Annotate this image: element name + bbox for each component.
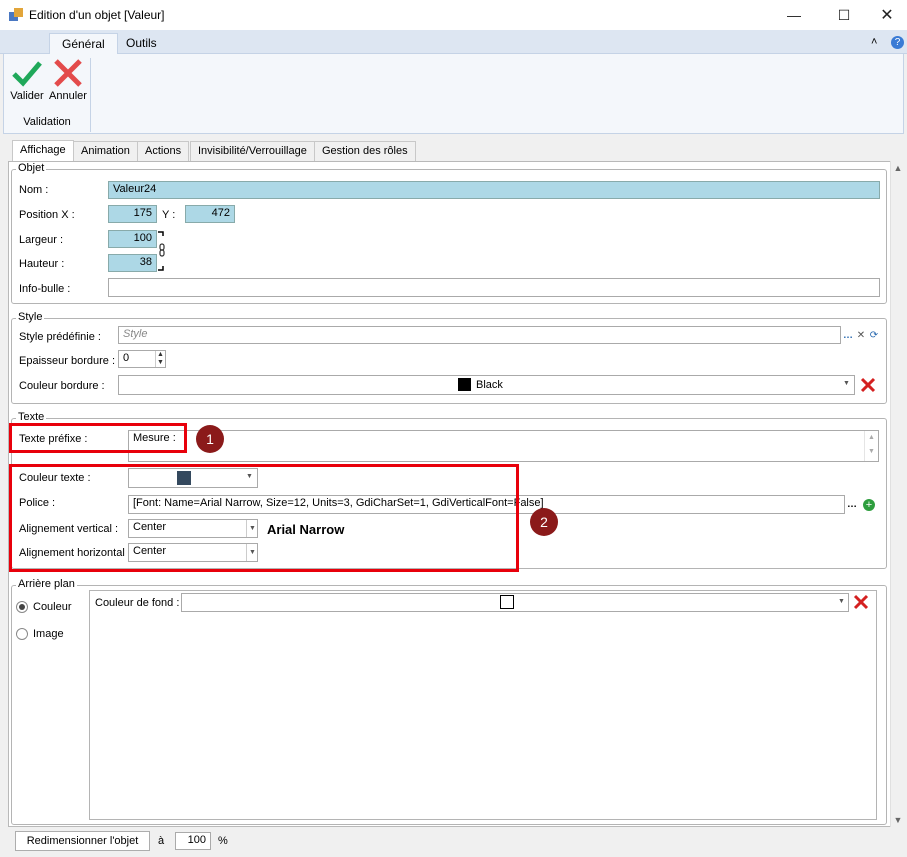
border-width-label: Epaisseur bordure : bbox=[19, 355, 115, 367]
ribbon-group-label: Validation bbox=[23, 116, 71, 128]
chevron-down-icon: ▼ bbox=[843, 380, 850, 387]
browse-style-icon[interactable]: … bbox=[842, 328, 854, 342]
annotation-badge-2: 2 bbox=[530, 508, 558, 536]
fill-color-label: Couleur de fond : bbox=[95, 597, 180, 609]
tab-animation[interactable]: Animation bbox=[73, 141, 138, 161]
tooltip-label: Info-bulle : bbox=[19, 283, 71, 295]
ribbon-tab-outils[interactable]: Outils bbox=[114, 33, 169, 53]
image-radio[interactable] bbox=[16, 628, 28, 640]
title-bar: Edition d'un objet [Valeur] — ☐ ✕ bbox=[0, 0, 907, 30]
posy-label: Y : bbox=[162, 209, 176, 221]
window-title: Edition d'un objet [Valeur] bbox=[29, 8, 165, 22]
resize-percent-field[interactable]: 100 bbox=[175, 832, 211, 850]
resize-object-button[interactable]: Redimensionner l'objet bbox=[15, 831, 150, 851]
prefix-field[interactable]: Mesure : ▲ ▼ bbox=[128, 430, 879, 462]
resize-to-label: à bbox=[158, 835, 165, 847]
cancel-label: Annuler bbox=[49, 90, 87, 102]
border-color-value: Black bbox=[476, 379, 503, 391]
maximize-icon[interactable]: ☐ bbox=[821, 0, 867, 30]
app-icon bbox=[9, 8, 23, 21]
clear-fill-color-icon[interactable] bbox=[852, 593, 870, 611]
ribbon-body bbox=[3, 54, 904, 134]
annotation-box-1 bbox=[9, 423, 187, 453]
refresh-style-icon[interactable]: ⟳ bbox=[868, 328, 880, 342]
chevron-down-icon: ▼ bbox=[838, 598, 845, 605]
minimize-icon[interactable]: — bbox=[771, 0, 817, 30]
browse-font-icon[interactable]: … bbox=[846, 497, 858, 511]
predefined-style-label: Style prédéfinie : bbox=[19, 331, 101, 343]
vertical-scrollbar[interactable]: ▲ ▼ bbox=[890, 161, 905, 827]
border-width-spinner[interactable]: ▲ ▼ bbox=[155, 351, 165, 367]
tab-actions[interactable]: Actions bbox=[137, 141, 190, 161]
predefined-style-field[interactable]: Style bbox=[118, 326, 841, 344]
border-color-swatch bbox=[458, 378, 471, 391]
ribbon-tab-general[interactable]: Général bbox=[49, 33, 118, 54]
add-font-icon[interactable]: + bbox=[863, 499, 875, 511]
color-radio[interactable] bbox=[16, 601, 28, 613]
cross-icon bbox=[54, 59, 82, 87]
checkmark-icon bbox=[12, 61, 42, 87]
width-label: Largeur : bbox=[19, 234, 64, 246]
percent-sign: % bbox=[218, 835, 228, 847]
width-field[interactable]: 100 bbox=[108, 230, 157, 248]
fill-color-swatch bbox=[500, 595, 514, 609]
tooltip-field[interactable] bbox=[108, 278, 880, 297]
clear-style-icon[interactable]: ✕ bbox=[855, 328, 867, 342]
border-width-value: 0 bbox=[123, 352, 130, 364]
close-icon[interactable]: ✕ bbox=[864, 0, 907, 30]
ribbon-group-separator bbox=[90, 58, 91, 132]
validate-button[interactable]: Valider bbox=[7, 56, 47, 108]
annotation-badge-1: 1 bbox=[196, 425, 224, 453]
posx-label: Position X : bbox=[19, 209, 75, 221]
posx-field[interactable]: 175 bbox=[108, 205, 157, 223]
border-color-label: Couleur bordure : bbox=[19, 380, 105, 392]
tab-roles[interactable]: Gestion des rôles bbox=[314, 141, 416, 161]
posy-field[interactable]: 472 bbox=[185, 205, 235, 223]
objet-group-title: Objet bbox=[16, 162, 47, 174]
style-group-title: Style bbox=[16, 311, 45, 323]
background-group-title: Arrière plan bbox=[16, 578, 77, 590]
tab-invisibilite[interactable]: Invisibilité/Verrouillage bbox=[190, 141, 315, 161]
color-radio-label: Couleur bbox=[33, 601, 72, 613]
collapse-ribbon-icon[interactable]: ˄ bbox=[871, 36, 877, 48]
name-label: Nom : bbox=[19, 184, 49, 196]
image-radio-label: Image bbox=[33, 628, 64, 640]
background-settings-panel bbox=[89, 590, 877, 820]
cancel-button[interactable]: Annuler bbox=[47, 56, 89, 108]
prefix-scrollbar[interactable]: ▲ ▼ bbox=[864, 431, 878, 461]
texte-group-title: Texte bbox=[16, 411, 47, 423]
name-field[interactable]: Valeur24 bbox=[108, 181, 880, 199]
fill-color-dropdown[interactable]: ▼ bbox=[181, 593, 849, 612]
annotation-box-2 bbox=[9, 464, 519, 572]
clear-border-color-icon[interactable] bbox=[859, 376, 877, 394]
height-label: Hauteur : bbox=[19, 258, 65, 270]
border-color-dropdown[interactable]: Black ▼ bbox=[118, 375, 855, 395]
validate-label: Valider bbox=[10, 90, 44, 102]
help-icon[interactable]: ? bbox=[891, 36, 904, 49]
tab-affichage[interactable]: Affichage bbox=[12, 140, 74, 162]
link-ratio-icon[interactable] bbox=[157, 230, 167, 272]
height-field[interactable]: 38 bbox=[108, 254, 157, 272]
